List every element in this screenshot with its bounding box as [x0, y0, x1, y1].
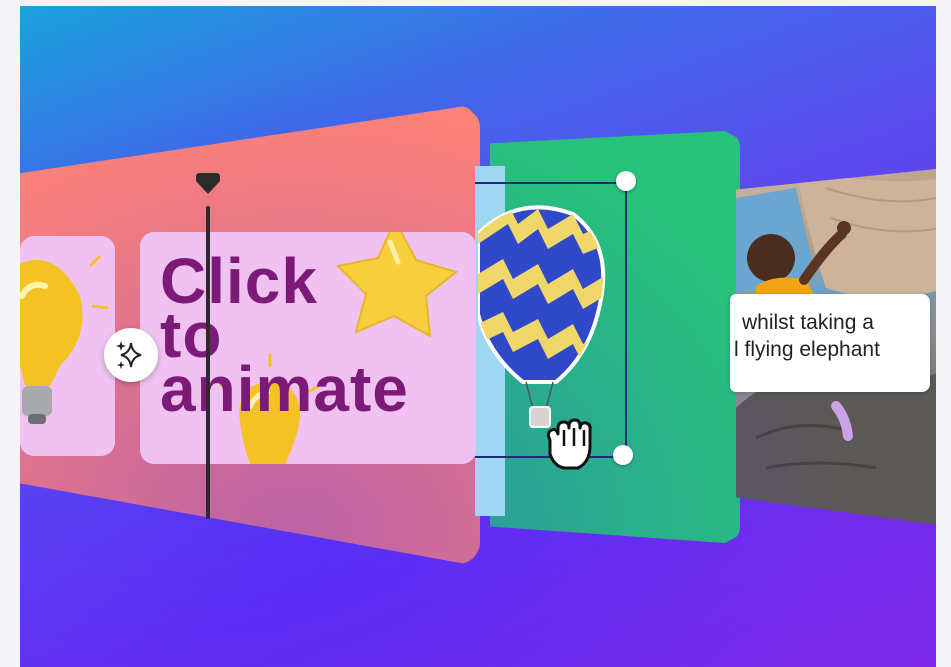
- hand-grab-cursor-icon: [546, 418, 592, 470]
- playhead-marker-icon[interactable]: [195, 173, 221, 195]
- caption-line-1: whilst taking a: [742, 311, 874, 334]
- lightbulb-icon: [20, 254, 109, 424]
- sparkles-icon: [116, 341, 142, 369]
- design-card-left[interactable]: [20, 236, 115, 456]
- caption-line-2: l flying elephant: [734, 338, 880, 361]
- headline-line-3: animate: [160, 353, 409, 425]
- playhead-line[interactable]: [206, 206, 210, 519]
- magic-animate-button[interactable]: [104, 328, 158, 382]
- resize-handle-bottom-right[interactable]: [613, 445, 633, 465]
- promo-stage: Click to animate whilst taking a l flyin…: [20, 6, 936, 667]
- resize-handle-top-right[interactable]: [616, 171, 636, 191]
- selection-frame[interactable]: [475, 182, 627, 458]
- animate-headline[interactable]: Click to animate: [160, 249, 409, 425]
- caption-text-box[interactable]: whilst taking a l flying elephant: [730, 294, 930, 392]
